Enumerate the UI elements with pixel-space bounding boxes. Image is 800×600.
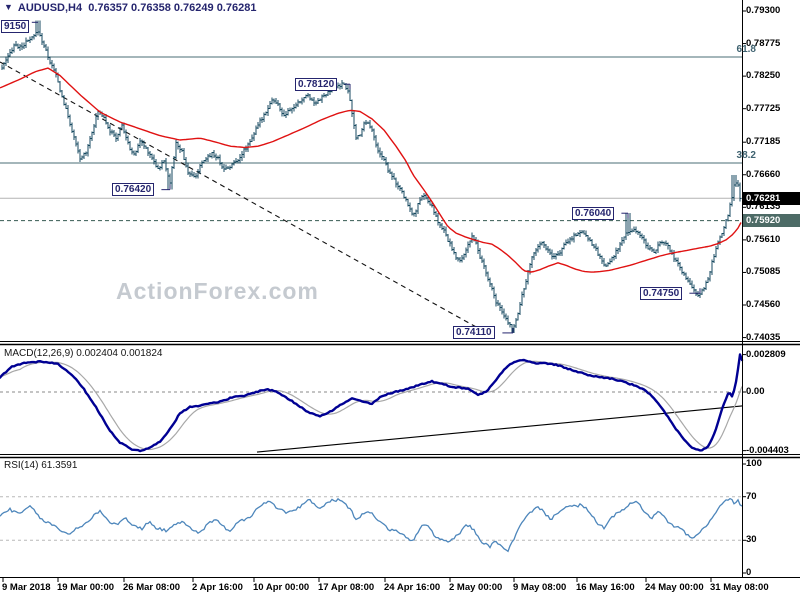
time-axis-label: 9 May 08:00 xyxy=(513,582,567,593)
price-axis-label: 0.77725 xyxy=(746,102,781,114)
price-axis-label: 0.78250 xyxy=(746,70,781,82)
price-annotation: 0.78120 xyxy=(295,77,338,91)
price-axis-label: 0.77185 xyxy=(746,136,781,148)
time-axis-label: 17 Apr 08:00 xyxy=(318,582,375,593)
macd-axis-label: -0.004403 xyxy=(746,444,789,456)
price-annotation: 9150 xyxy=(1,20,30,34)
chart-window: ActionForex.com ▼ AUDUSD,H4 0.76357 0.763… xyxy=(0,0,800,600)
price-axis-label: 0.74560 xyxy=(746,299,781,310)
ma-value-tag: 0.75920 xyxy=(743,214,800,228)
time-axis-label: 9 Mar 2018 xyxy=(2,582,51,593)
ohlc-values: 0.76357 0.76358 0.76249 0.76281 xyxy=(88,2,257,14)
price-annotation: 0.74110 xyxy=(453,326,495,340)
macd-axis-label: 0.002809 xyxy=(746,348,786,360)
price-axis-label: 0.79300 xyxy=(746,5,781,16)
fib-level-label: 61.8 xyxy=(736,44,756,56)
rsi-axis-label: 70 xyxy=(746,490,757,502)
fib-level-label: 38.2 xyxy=(736,149,756,161)
current-price-tag: 0.76281 xyxy=(743,191,800,205)
falling-trendline xyxy=(0,61,479,329)
symbol-timeframe-label: AUDUSD,H4 xyxy=(17,2,83,14)
price-axis-label: 0.75085 xyxy=(746,266,781,278)
rsi-axis-label: 0 xyxy=(746,567,752,578)
price-axis-label: 0.75610 xyxy=(746,233,781,245)
time-axis-label: 10 Apr 00:00 xyxy=(253,582,310,593)
price-annotation: 0.76040 xyxy=(572,206,615,220)
time-axis-label: 2 May 00:00 xyxy=(449,582,503,593)
time-axis-label: 19 Mar 00:00 xyxy=(57,582,115,593)
price-annotation: 0.76420 xyxy=(112,183,155,197)
rsi-line xyxy=(0,497,743,553)
macd-axis-label: 0.00 xyxy=(746,386,765,397)
price-axis-label: 0.74035 xyxy=(746,331,781,343)
time-axis-label: 16 May 16:00 xyxy=(576,582,635,593)
chart-canvas xyxy=(0,0,800,582)
macd-indicator-label: MACD(12,26,9) 0.002404 0.001824 xyxy=(4,348,163,359)
price-bars xyxy=(1,20,742,333)
rsi-indicator-label: RSI(14) 61.3591 xyxy=(4,460,78,471)
time-axis-label: 2 Apr 16:00 xyxy=(192,582,243,593)
chevron-down-icon[interactable]: ▼ xyxy=(4,2,13,12)
macd-signal-line xyxy=(0,360,743,451)
price-axis-label: 0.76660 xyxy=(746,168,781,180)
moving-average-line xyxy=(0,67,742,273)
time-axis-label: 24 May 00:00 xyxy=(645,582,704,593)
symbol-info-bar[interactable]: ▼ AUDUSD,H4 0.76357 0.76358 0.76249 0.762… xyxy=(4,2,256,14)
time-axis-label: 24 Apr 16:00 xyxy=(384,582,441,593)
rsi-axis-label: 30 xyxy=(746,534,757,546)
macd-main-line xyxy=(0,353,744,453)
time-axis-label: 31 May 08:00 xyxy=(710,582,769,593)
time-axis-label: 26 Mar 08:00 xyxy=(123,582,181,593)
price-annotation: 0.74750 xyxy=(640,286,683,300)
rsi-axis-label: 100 xyxy=(746,458,762,469)
